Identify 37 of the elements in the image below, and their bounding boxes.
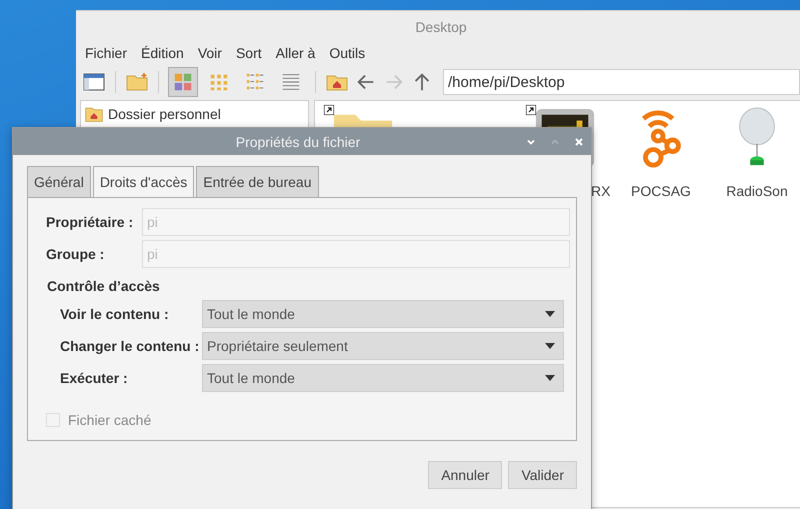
menu-item[interactable]: Édition xyxy=(141,45,184,61)
tab[interactable]: Droits d'accès xyxy=(92,166,194,197)
tab[interactable]: Général xyxy=(27,166,91,197)
window-title: Desktop xyxy=(415,19,467,35)
dropdown[interactable]: Propriétaire seulement xyxy=(202,332,564,360)
file-label[interactable]: RadioSon xyxy=(726,183,788,199)
field-label: Changer le contenu : xyxy=(60,338,200,354)
dialog-title: Propriétés du fichier xyxy=(234,134,362,150)
file-label[interactable]: POCSAG xyxy=(631,183,691,199)
tab[interactable]: Entrée de bureau xyxy=(196,166,318,197)
close-icon[interactable] xyxy=(573,136,585,148)
shortcut-arrow-icon xyxy=(324,105,334,115)
menu-item[interactable]: Sort xyxy=(236,45,262,61)
menu-item[interactable]: Aller à xyxy=(276,45,316,61)
checkbox-label: Fichier caché xyxy=(68,412,152,428)
menu-item[interactable]: Fichier xyxy=(85,45,128,61)
caret-icon xyxy=(545,311,555,317)
path-field[interactable]: /home/pi/Desktop xyxy=(443,69,800,95)
caret-icon xyxy=(545,375,555,381)
field-label: Exécuter : xyxy=(60,370,129,386)
menu-item[interactable]: Outils xyxy=(329,45,366,61)
list-icon xyxy=(280,71,302,93)
sidebar-item[interactable]: Dossier personnel xyxy=(108,106,221,122)
field-label: Voir le contenu : xyxy=(60,306,170,322)
dropdown[interactable]: Tout le monde xyxy=(202,300,564,328)
file-label[interactable]: RX xyxy=(591,183,610,199)
caret-icon xyxy=(545,343,555,349)
thumbnails-icon xyxy=(172,71,194,93)
section-heading: Contrôle d’accès xyxy=(47,278,161,294)
dialog-button[interactable]: Annuler xyxy=(428,461,502,489)
field-label: Propriétaire : xyxy=(46,214,134,230)
field-label: Groupe : xyxy=(46,246,106,262)
dialog-button[interactable]: Valider xyxy=(508,461,577,489)
view-mode-button[interactable] xyxy=(168,67,198,97)
shortcut-arrow-icon xyxy=(526,105,536,115)
menu-item[interactable]: Voir xyxy=(198,45,222,61)
dropdown[interactable]: Tout le monde xyxy=(202,364,564,392)
